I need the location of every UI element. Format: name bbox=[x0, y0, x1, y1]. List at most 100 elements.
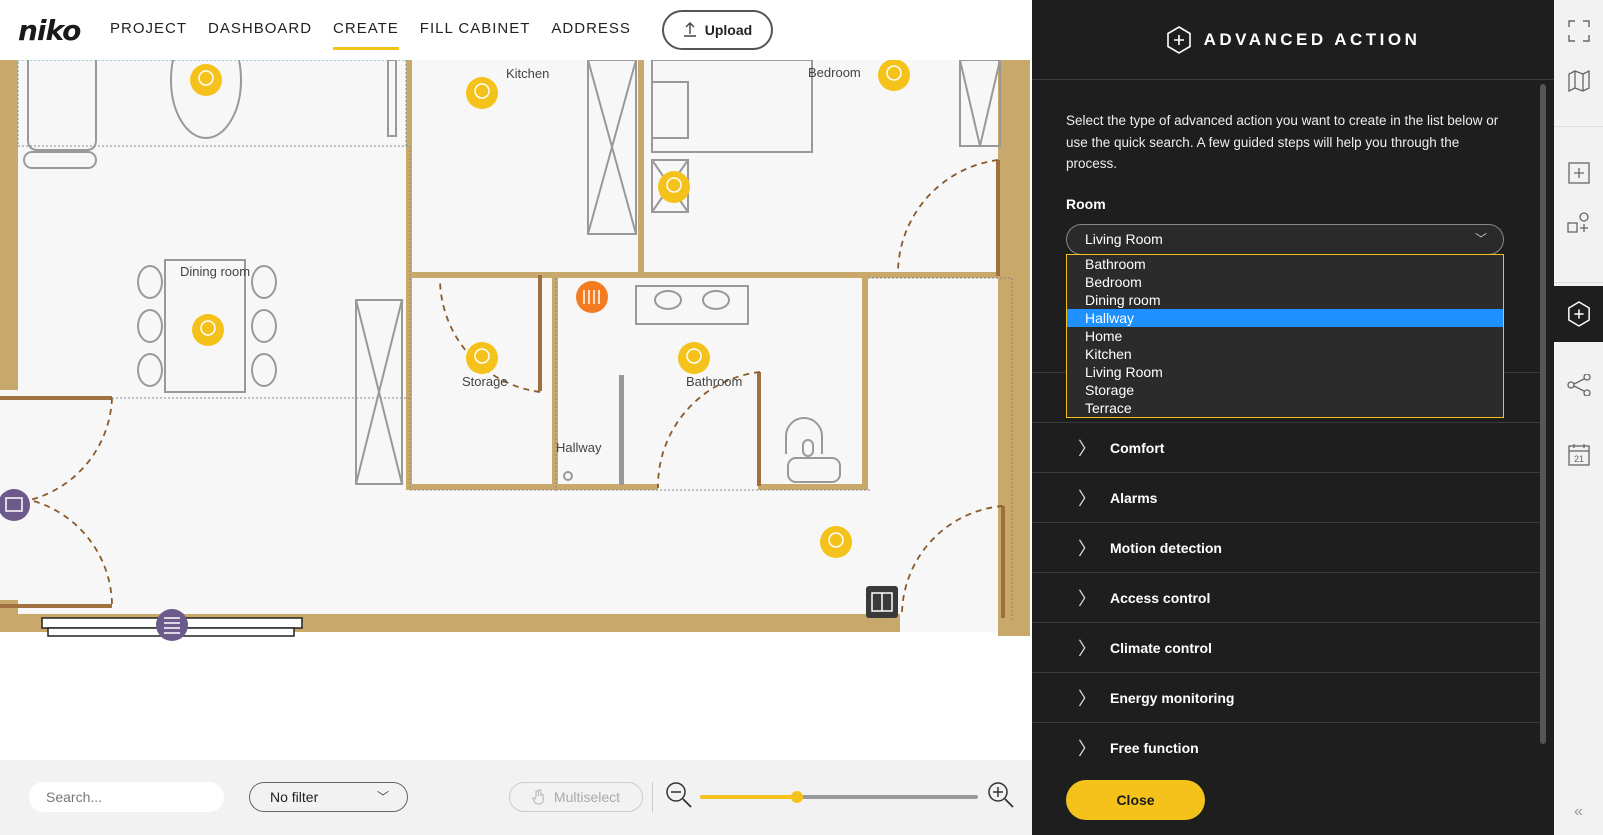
door-storage bbox=[538, 275, 542, 391]
calendar-day: 21 bbox=[1573, 454, 1583, 464]
category-label: Energy monitoring bbox=[1110, 689, 1235, 706]
light-bulb-icon[interactable] bbox=[820, 526, 852, 558]
switch-icon[interactable] bbox=[866, 586, 898, 618]
upload-button[interactable]: Upload bbox=[661, 10, 773, 50]
room-option-highlighted[interactable]: Hallway bbox=[1067, 309, 1503, 327]
top-navigation: niko PROJECT DASHBOARD CREATE FILL CABIN… bbox=[0, 0, 1032, 60]
wall-bath-bottom bbox=[758, 484, 868, 490]
category-label: Free function bbox=[1110, 739, 1199, 756]
share-nodes-icon[interactable] bbox=[1554, 362, 1603, 408]
chevron-right-icon: 〉 bbox=[1078, 488, 1096, 509]
light-bulb-icon[interactable] bbox=[658, 171, 690, 203]
nav-address[interactable]: ADDRESS bbox=[551, 0, 631, 60]
floor-plan-canvas[interactable]: Kitchen Bedroom Dining room Storage Bath… bbox=[0, 60, 1032, 760]
room-option[interactable]: Dining room bbox=[1067, 291, 1503, 309]
room-option[interactable]: Bedroom bbox=[1067, 273, 1503, 291]
room-option[interactable]: Storage bbox=[1067, 381, 1503, 399]
right-tool-rail: 21 « bbox=[1554, 0, 1603, 835]
wall-kitchen bbox=[406, 60, 412, 272]
category-label: Alarms bbox=[1110, 489, 1158, 506]
chevron-right-icon: 〉 bbox=[1078, 438, 1096, 459]
fullscreen-icon[interactable] bbox=[1554, 8, 1603, 54]
light-bulb-icon[interactable] bbox=[466, 77, 498, 109]
room-label-dining: Dining room bbox=[180, 264, 250, 279]
room-dropdown-list: Bathroom Bedroom Dining room Hallway Hom… bbox=[1066, 254, 1504, 418]
add-shapes-icon[interactable] bbox=[1554, 200, 1603, 246]
room-option[interactable]: Living Room bbox=[1067, 363, 1503, 381]
wall-bedroom-bottom bbox=[896, 272, 1000, 278]
upload-icon bbox=[683, 22, 696, 37]
room-option[interactable]: Home bbox=[1067, 327, 1503, 345]
door-terrace bbox=[1001, 506, 1005, 618]
window-device-icon[interactable] bbox=[156, 609, 188, 641]
nav-fill-cabinet[interactable]: FILL CABINET bbox=[420, 0, 531, 60]
category-label: Climate control bbox=[1110, 639, 1212, 656]
room-selected-value: Living Room bbox=[1085, 231, 1163, 247]
wall-bath-right bbox=[862, 272, 868, 490]
nav-project[interactable]: PROJECT bbox=[110, 0, 187, 60]
wall-storage-left bbox=[406, 272, 412, 490]
light-bulb-icon[interactable] bbox=[466, 342, 498, 374]
light-bulb-icon[interactable] bbox=[192, 314, 224, 346]
nav-create[interactable]: CREATE bbox=[333, 0, 399, 60]
light-bulb-icon[interactable] bbox=[678, 342, 710, 374]
room-dropdown[interactable]: Living Room ﹀ bbox=[1066, 224, 1504, 255]
search-input[interactable] bbox=[29, 782, 224, 812]
room-label-bathroom: Bathroom bbox=[686, 374, 742, 389]
door-bedroom bbox=[996, 160, 1000, 276]
door-entry-bottom bbox=[0, 604, 112, 608]
multiselect-label: Multiselect bbox=[553, 789, 621, 805]
category-comfort[interactable]: 〉 Comfort bbox=[1032, 422, 1540, 472]
room-option[interactable]: Terrace bbox=[1067, 399, 1503, 417]
zoom-slider-handle[interactable] bbox=[791, 791, 804, 803]
wall-mid bbox=[406, 272, 896, 278]
chevron-right-icon: 〉 bbox=[1078, 738, 1096, 759]
chevron-down-icon: ﹀ bbox=[376, 790, 389, 804]
room-option[interactable]: Kitchen bbox=[1067, 345, 1503, 363]
advanced-action-panel: ADVANCED ACTION Select the type of advan… bbox=[1032, 0, 1554, 835]
wall-storage-right bbox=[552, 272, 558, 490]
door-entry-top bbox=[0, 396, 112, 400]
room-label-kitchen: Kitchen bbox=[506, 66, 549, 81]
floor-plan-svg[interactable]: Kitchen Bedroom Dining room Storage Bath… bbox=[0, 60, 1032, 760]
room-label-storage: Storage bbox=[462, 374, 508, 389]
rail-divider bbox=[1554, 282, 1603, 283]
chevron-right-icon: 〉 bbox=[1078, 688, 1096, 709]
close-button[interactable]: Close bbox=[1066, 780, 1205, 820]
category-motion-detection[interactable]: 〉 Motion detection bbox=[1032, 522, 1540, 572]
category-label: Motion detection bbox=[1110, 539, 1222, 556]
map-icon[interactable] bbox=[1554, 58, 1603, 104]
hand-pointer-icon bbox=[532, 789, 544, 805]
category-climate-control[interactable]: 〉 Climate control bbox=[1032, 622, 1540, 672]
advanced-action-icon[interactable] bbox=[1554, 286, 1603, 342]
chevron-right-icon: 〉 bbox=[1078, 538, 1096, 559]
wall-left-upper bbox=[0, 60, 18, 390]
zoom-slider-fill bbox=[700, 795, 798, 799]
toolbar-divider bbox=[652, 782, 653, 812]
add-square-icon[interactable] bbox=[1554, 150, 1603, 196]
panel-title: ADVANCED ACTION bbox=[1203, 29, 1421, 49]
category-list: 〉 Comfort 〉 Alarms 〉 Motion detection 〉 Acce… bbox=[1032, 372, 1540, 772]
filter-dropdown[interactable]: No filter ﹀ bbox=[249, 782, 408, 812]
light-bulb-icon[interactable] bbox=[190, 64, 222, 96]
panel-header: ADVANCED ACTION bbox=[1032, 0, 1554, 80]
category-free-function[interactable]: 〉 Free function bbox=[1032, 722, 1540, 772]
zoom-out-icon[interactable] bbox=[665, 781, 693, 809]
multiselect-button[interactable]: Multiselect bbox=[509, 782, 643, 812]
nav-dashboard[interactable]: DASHBOARD bbox=[208, 0, 312, 60]
zoom-in-icon[interactable] bbox=[987, 781, 1015, 809]
panel-scrollbar[interactable] bbox=[1540, 84, 1546, 744]
room-option[interactable]: Bathroom bbox=[1067, 255, 1503, 273]
calendar-icon[interactable]: 21 bbox=[1554, 432, 1603, 478]
rail-divider bbox=[1554, 126, 1603, 127]
collapse-icon[interactable]: « bbox=[1554, 803, 1603, 821]
niko-logo[interactable]: niko bbox=[18, 14, 110, 47]
light-bulb-icon[interactable] bbox=[878, 60, 910, 91]
door-bathroom bbox=[757, 372, 761, 486]
category-energy-monitoring[interactable]: 〉 Energy monitoring bbox=[1032, 672, 1540, 722]
room-label-bedroom: Bedroom bbox=[808, 65, 861, 80]
category-access-control[interactable]: 〉 Access control bbox=[1032, 572, 1540, 622]
zoom-slider[interactable] bbox=[700, 791, 978, 803]
heater-icon[interactable] bbox=[576, 281, 608, 313]
category-alarms[interactable]: 〉 Alarms bbox=[1032, 472, 1540, 522]
